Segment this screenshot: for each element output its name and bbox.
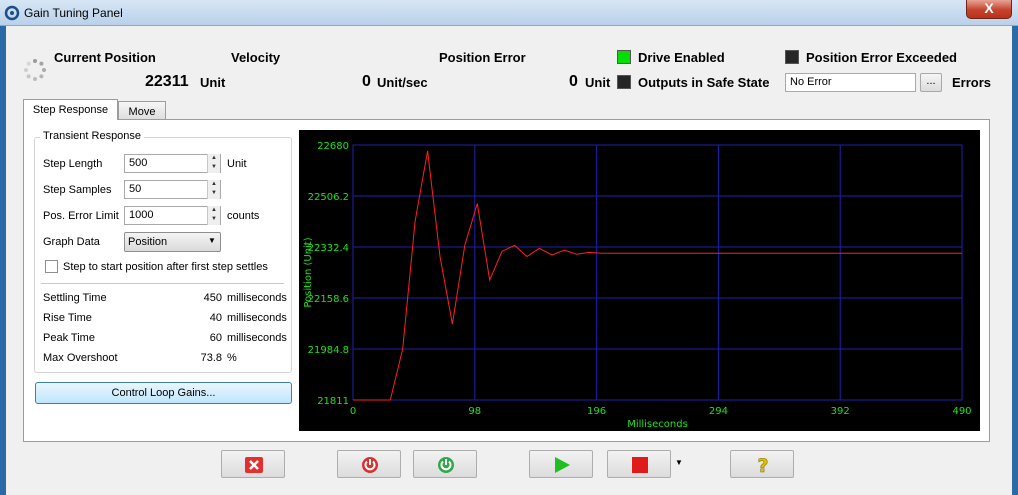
transient-response-title: Transient Response (40, 130, 145, 142)
start-button[interactable] (529, 450, 593, 478)
help-button[interactable]: ? (730, 450, 794, 478)
step-response-chart: 0 98 196 294 392 490 22680 22506.2 22332.4 22158.… (299, 130, 980, 431)
x-tick-label: 98 (468, 406, 481, 417)
window-title: Gain Tuning Panel (24, 6, 123, 20)
title-bar: Gain Tuning Panel (0, 0, 1018, 26)
step-length-spinner[interactable]: ▲ ▼ (207, 154, 220, 173)
app-icon (4, 5, 20, 21)
settling-time-value: 450 (203, 292, 222, 304)
plot-frame (352, 144, 963, 401)
safe-state-label: Outputs in Safe State (638, 75, 770, 90)
play-icon (555, 457, 570, 473)
settling-time-unit: milliseconds (227, 292, 287, 304)
step-samples-label: Step Samples (43, 184, 112, 196)
peak-time-value: 60 (209, 332, 222, 344)
chart-svg: 0 98 196 294 392 4902268022506.222332.422158.… (303, 141, 972, 430)
velocity-unit: Unit/sec (377, 75, 428, 90)
x-axis-label: Milliseconds (627, 419, 688, 430)
series-line (353, 150, 962, 401)
help-icon: ? (757, 455, 769, 475)
position-error-label: Position Error (439, 50, 526, 65)
x-tick-label: 490 (952, 406, 971, 417)
errors-browse-button[interactable]: ... (920, 73, 942, 92)
x-tick-label: 196 (587, 406, 606, 417)
graph-data-select[interactable]: Position ▼ (124, 232, 221, 252)
y-tick-label: 22680 (317, 141, 349, 152)
graph-data-value: Position (128, 236, 168, 248)
peak-time-label: Peak Time (43, 332, 95, 344)
power-on-icon (438, 457, 454, 473)
drive-enabled-indicator (617, 50, 631, 64)
y-tick-label: 21984.8 (308, 345, 349, 356)
current-position-unit: Unit (200, 75, 226, 90)
errors-field[interactable]: No Error (785, 73, 916, 92)
position-error-exceeded-label: Position Error Exceeded (806, 50, 957, 65)
close-button[interactable]: X (966, 0, 1012, 19)
current-position-label: Current Position (54, 50, 156, 65)
position-error-exceeded-indicator (785, 50, 799, 64)
position-error-value: 0 (569, 73, 578, 90)
tab-step-response[interactable]: Step Response (23, 99, 118, 120)
step-length-unit: Unit (227, 158, 247, 170)
svg-text:?: ? (757, 455, 768, 475)
stop-button[interactable] (607, 450, 671, 478)
divider (41, 283, 284, 284)
y-tick-label: 21811 (317, 396, 349, 407)
tab-move[interactable]: Move (118, 101, 166, 119)
busy-spinner-icon (24, 59, 46, 81)
peak-time-unit: milliseconds (227, 332, 287, 344)
current-position-value: 22311 (145, 73, 189, 90)
pos-error-limit-spinner[interactable]: ▲ ▼ (207, 206, 220, 225)
x-tick-label: 0 (350, 406, 356, 417)
power-off-icon (362, 457, 378, 473)
step-samples-spinner[interactable]: ▲ ▼ (207, 180, 220, 199)
stop-icon (632, 457, 648, 473)
stop-dropdown-chevron-icon[interactable]: ▼ (675, 458, 683, 467)
disable-drive-button[interactable] (337, 450, 401, 478)
y-tick-label: 22506.2 (308, 192, 349, 203)
max-overshoot-label: Max Overshoot (43, 352, 118, 364)
step-to-start-label: Step to start position after first step … (63, 261, 268, 273)
step-length-label: Step Length (43, 158, 103, 170)
safe-state-indicator (617, 75, 631, 89)
chevron-down-icon: ▼ (208, 236, 216, 245)
rise-time-label: Rise Time (43, 312, 92, 324)
settling-time-label: Settling Time (43, 292, 107, 304)
max-overshoot-unit: % (227, 352, 237, 364)
enable-drive-button[interactable] (413, 450, 477, 478)
position-error-unit: Unit (585, 75, 611, 90)
drive-enabled-label: Drive Enabled (638, 50, 725, 65)
graph-data-label: Graph Data (43, 236, 100, 248)
red-x-icon (245, 457, 263, 473)
x-tick-label: 294 (709, 406, 728, 417)
max-overshoot-value: 73.8 (200, 352, 222, 364)
velocity-value: 0 (362, 73, 371, 90)
pos-error-limit-label: Pos. Error Limit (43, 210, 119, 222)
rise-time-value: 40 (209, 312, 222, 324)
stop-disable-button[interactable] (221, 450, 285, 478)
y-axis-label: Position (Unit) (303, 237, 314, 307)
velocity-label: Velocity (231, 50, 281, 65)
step-to-start-checkbox[interactable] (45, 260, 58, 273)
pos-error-limit-unit: counts (227, 210, 260, 222)
rise-time-unit: milliseconds (227, 312, 287, 324)
control-loop-gains-button[interactable]: Control Loop Gains... (35, 382, 292, 404)
errors-label: Errors (952, 75, 992, 90)
x-tick-label: 392 (831, 406, 850, 417)
